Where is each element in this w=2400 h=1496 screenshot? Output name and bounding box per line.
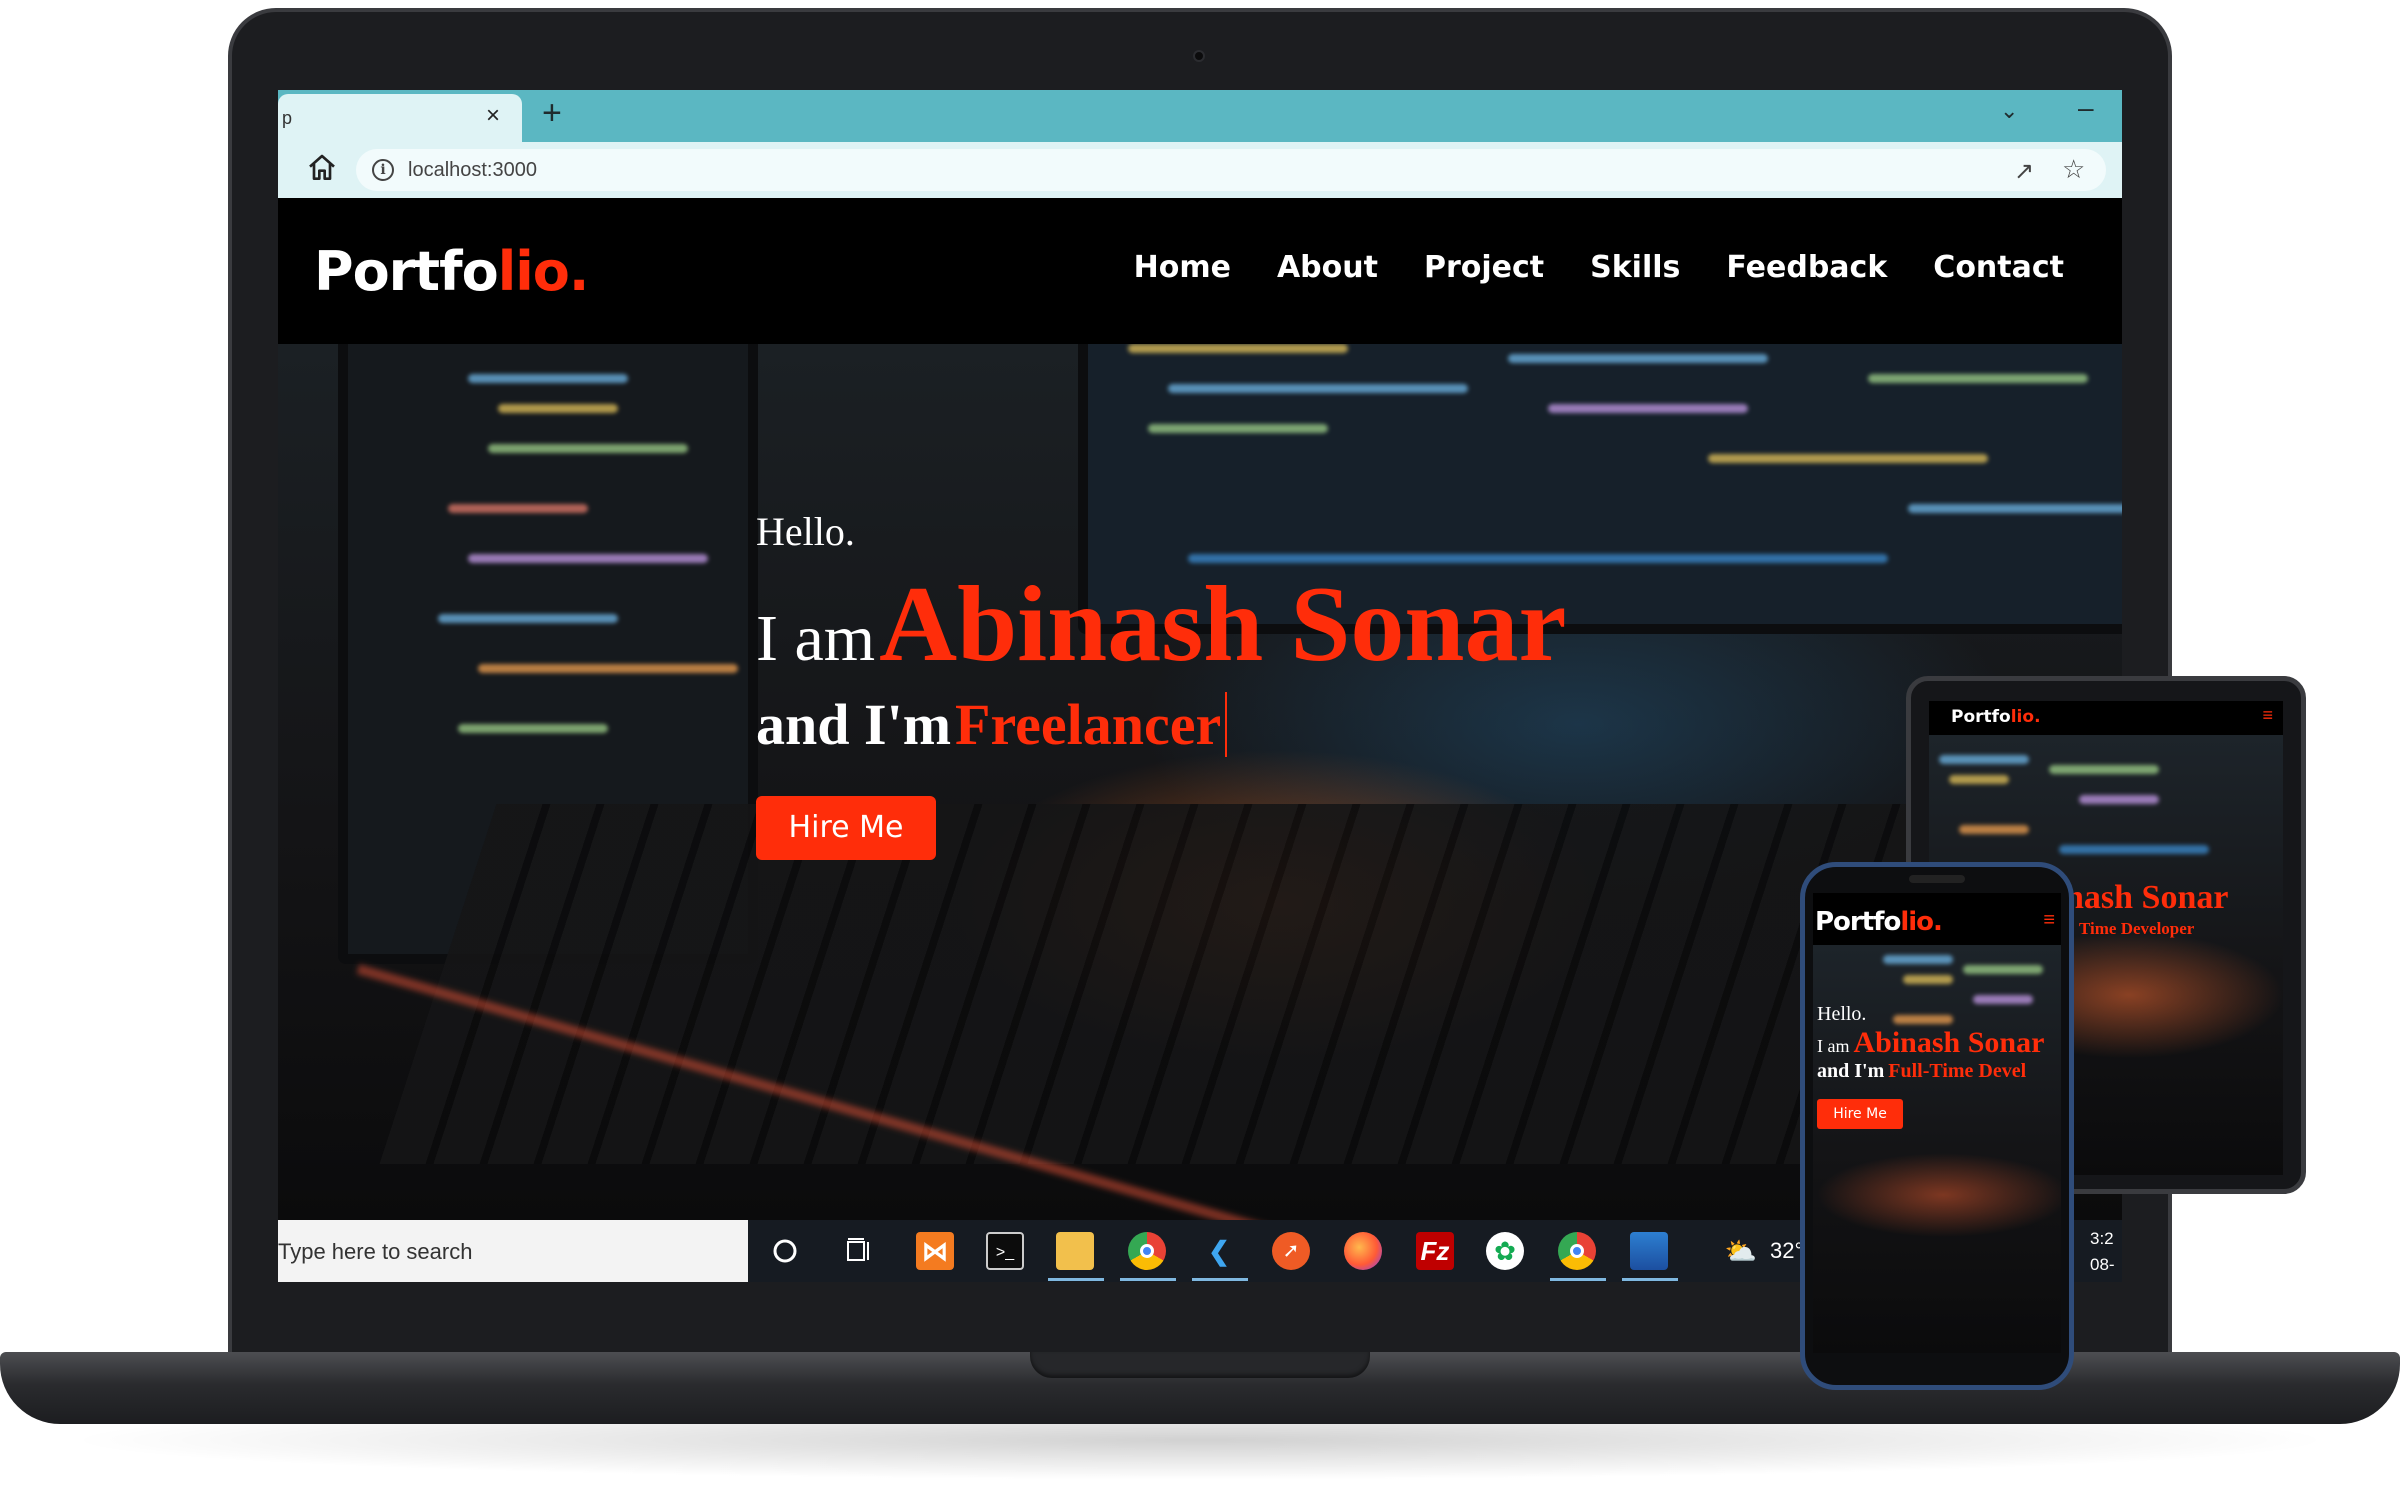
info-icon[interactable]: i <box>372 159 394 181</box>
url-text[interactable]: localhost:3000 <box>408 159 537 182</box>
phone-hero-role-line: and I'm Full-Time Devel <box>1817 1060 2044 1083</box>
tablet-navbar: Portfolio. ≡ <box>1929 701 2283 735</box>
nav-links: Home About Project Skills Feedback Conta… <box>1134 250 2064 285</box>
nav-contact[interactable]: Contact <box>1933 250 2064 285</box>
tablet-hero-role: Time Developer <box>2079 919 2195 938</box>
phone-logo-accent: lio. <box>1900 907 1943 937</box>
phone-hero-name: Abinash Sonar <box>1853 1026 2045 1059</box>
address-toolbar: i localhost:3000 ↗ ☆ <box>278 142 2122 198</box>
chrome-icon[interactable] <box>1128 1232 1166 1270</box>
chevron-down-icon[interactable]: ⌄ <box>2000 98 2018 124</box>
hero-role-line: and I'm Freelancer <box>756 691 1566 758</box>
hire-me-button[interactable]: Hire Me <box>756 796 936 860</box>
taskbar-search-input[interactable]: Type here to search <box>278 1220 748 1282</box>
nav-about[interactable]: About <box>1277 250 1378 285</box>
hero-and-im: and I'm <box>756 692 952 757</box>
phone-hero-i-am: I am <box>1817 1036 1850 1056</box>
nav-feedback[interactable]: Feedback <box>1726 250 1887 285</box>
nav-home[interactable]: Home <box>1134 250 1231 285</box>
site-logo[interactable]: Portfolio. <box>314 240 590 303</box>
tablet-logo: Portfolio. <box>1951 707 2041 727</box>
phone-navbar: Portfolio. ≡ <box>1813 893 2061 945</box>
hamburger-menu-icon: ≡ <box>2262 705 2273 725</box>
hamburger-menu-icon: ≡ <box>2043 909 2055 931</box>
vscode-underline <box>1192 1278 1248 1281</box>
filezilla-icon[interactable]: Fz <box>1416 1232 1454 1270</box>
logo-main: Portfo <box>314 240 499 303</box>
terminal-icon[interactable]: >_ <box>986 1232 1024 1270</box>
tablet-logo-main: Portfo <box>1951 707 2011 727</box>
postman-icon[interactable]: ➚ <box>1272 1232 1310 1270</box>
clock-time: 3:2 <box>2090 1229 2114 1248</box>
phone-hero-text: Hello. I am Abinash Sonar and I'm Full-T… <box>1817 1003 2044 1129</box>
url-bar[interactable]: i localhost:3000 ↗ ☆ <box>356 149 2106 191</box>
task-view-icon[interactable] <box>840 1232 878 1270</box>
laptop-notch <box>1030 1352 1370 1378</box>
hero-greeting: Hello. <box>756 509 855 554</box>
file-explorer-underline <box>1048 1278 1104 1281</box>
phone-hero-greeting: Hello. <box>1817 1003 1867 1025</box>
phone-mockup: Portfolio. ≡ Hello. I am Abinash Sonar a… <box>1800 862 2074 1390</box>
file-explorer-icon[interactable] <box>1056 1232 1094 1270</box>
browser-tab-bar: p × + ⌄ – <box>278 90 2122 142</box>
share-icon[interactable]: ↗ <box>2014 157 2034 186</box>
weather-icon: ⛅ <box>1724 1236 1758 1266</box>
phone-hire-me-button: Hire Me <box>1817 1099 1903 1129</box>
chrome-active-icon[interactable] <box>1558 1232 1596 1270</box>
mongodb-compass-icon[interactable]: ✿ <box>1486 1232 1524 1270</box>
minimize-icon[interactable]: – <box>2078 92 2094 124</box>
logo-accent: lio. <box>497 240 590 303</box>
phone-speaker <box>1909 875 1965 883</box>
webcam <box>1193 50 1205 62</box>
taskbar-clock[interactable]: 3:2 08-J <box>2090 1226 2122 1282</box>
close-icon[interactable]: × <box>486 102 500 130</box>
chrome-underline <box>1120 1278 1176 1281</box>
phone-logo-main: Portfo <box>1815 907 1901 937</box>
tab-title: p <box>282 108 293 128</box>
site-navbar: Portfolio. Home About Project Skills Fee… <box>278 198 2122 344</box>
taskbar-temperature: 32° <box>1770 1238 1804 1263</box>
vscode-icon[interactable]: ❮ <box>1200 1232 1238 1270</box>
search-placeholder: Type here to search <box>278 1239 473 1264</box>
nav-skills[interactable]: Skills <box>1590 250 1680 285</box>
xampp-icon[interactable]: ⋈ <box>916 1232 954 1270</box>
phone-hero-and-im: and I'm <box>1817 1060 1885 1082</box>
photos-icon[interactable] <box>1630 1232 1668 1270</box>
star-icon[interactable]: ☆ <box>2062 154 2085 185</box>
clock-date: 08-J <box>2090 1255 2115 1282</box>
phone-logo: Portfolio. <box>1815 907 1943 937</box>
cortana-icon[interactable] <box>766 1232 804 1270</box>
tablet-hero-name: nash Sonar <box>2065 879 2229 916</box>
nav-project[interactable]: Project <box>1424 250 1544 285</box>
hero-i-am: I am <box>756 602 876 675</box>
home-icon[interactable] <box>306 152 338 184</box>
new-tab-icon[interactable]: + <box>542 96 562 130</box>
browser-tab[interactable]: p × <box>278 94 522 142</box>
hero-text: Hello. I am Abinash Sonar and I'm Freela… <box>756 508 1566 860</box>
hero-name: Abinash Sonar <box>879 565 1567 684</box>
phone-hero-name-line: I am Abinash Sonar <box>1817 1026 2044 1060</box>
photos-underline <box>1622 1278 1678 1281</box>
hero-role: Freelancer <box>955 692 1228 757</box>
chrome-active-underline <box>1550 1278 1606 1281</box>
phone-screen: Portfolio. ≡ Hello. I am Abinash Sonar a… <box>1813 893 2061 1353</box>
firefox-icon[interactable] <box>1344 1232 1382 1270</box>
phone-hero-role: Full-Time Devel <box>1888 1060 2027 1082</box>
hero-name-line: I am Abinash Sonar <box>756 563 1566 687</box>
tablet-logo-accent: lio. <box>2010 707 2041 727</box>
